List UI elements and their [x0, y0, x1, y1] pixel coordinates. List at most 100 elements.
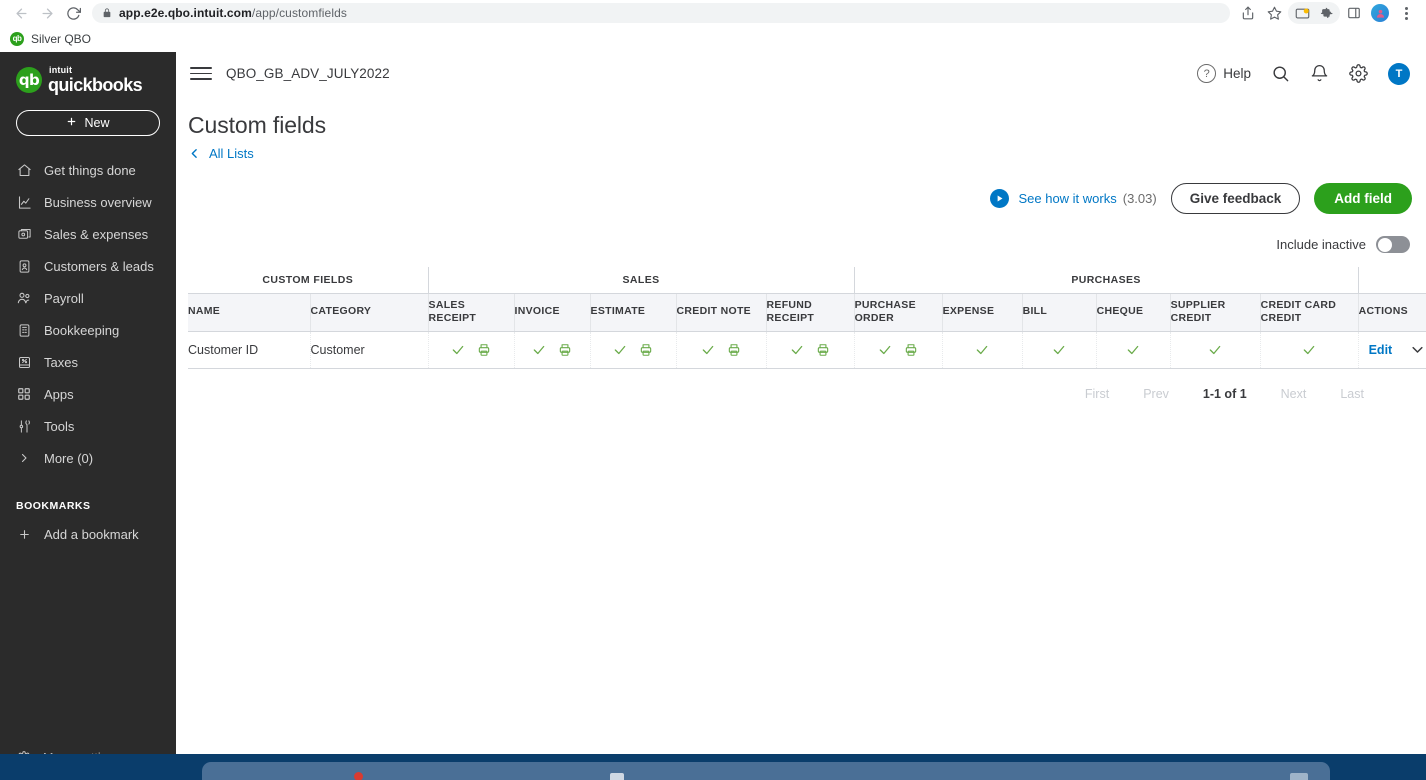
pagination-prev[interactable]: Prev	[1143, 387, 1169, 401]
flag-marks	[855, 343, 942, 357]
apps-grid-icon	[16, 386, 32, 402]
see-how-it-works-duration: (3.03)	[1122, 191, 1157, 206]
chevron-left-icon	[188, 147, 201, 160]
column-header-category[interactable]: CATEGORY	[310, 293, 429, 332]
column-header-estimate[interactable]: ESTIMATE	[590, 293, 677, 332]
sidebar-item-label: Payroll	[44, 290, 84, 306]
quickbooks-wordmark: intuit quickbooks	[48, 65, 143, 95]
pagination-next[interactable]: Next	[1281, 387, 1307, 401]
share-icon[interactable]	[1236, 2, 1260, 24]
see-how-it-works-link[interactable]: See how it works (3.03)	[990, 189, 1157, 208]
pagination-current: 1-1 of 1	[1202, 386, 1247, 401]
pagination-first[interactable]: First	[1085, 387, 1109, 401]
sidebar-item-business-overview[interactable]: Business overview	[0, 186, 176, 218]
people-icon	[16, 290, 32, 306]
column-header-name[interactable]: NAME	[188, 293, 311, 332]
cell-refund-receipt	[766, 331, 855, 369]
sidebar-item-sales-expenses[interactable]: Sales & expenses	[0, 218, 176, 250]
sidebar-item-customers-leads[interactable]: Customers & leads	[0, 250, 176, 282]
add-field-button[interactable]: Add field	[1314, 183, 1412, 214]
new-button-label: New	[84, 116, 110, 130]
column-header-actions: ACTIONS	[1358, 293, 1426, 332]
column-header-credit-note[interactable]: CREDIT NOTE	[676, 293, 767, 332]
flag-marks	[767, 343, 854, 357]
table-row[interactable]: Customer ID Customer Edit	[188, 331, 1426, 369]
check-icon	[790, 343, 804, 357]
star-bookmark-icon[interactable]	[1262, 2, 1286, 24]
address-bar[interactable]: app.e2e.qbo.intuit.com/app/customfields	[92, 3, 1230, 23]
printer-icon	[727, 343, 741, 357]
bell-icon[interactable]	[1310, 64, 1329, 83]
ledger-book-icon	[16, 322, 32, 338]
check-icon	[701, 343, 715, 357]
url-text: app.e2e.qbo.intuit.com/app/customfields	[119, 6, 347, 20]
back-arrow-icon[interactable]	[8, 2, 34, 24]
search-icon[interactable]	[1271, 64, 1290, 83]
plus-icon	[66, 116, 77, 130]
bookmark-item-silver-qbo[interactable]: Silver QBO	[31, 32, 91, 46]
sidebar-item-add-bookmark[interactable]: Add a bookmark	[0, 518, 176, 550]
check-icon	[1052, 343, 1066, 357]
extension-pill	[1288, 2, 1340, 24]
column-header-bill[interactable]: BILL	[1022, 293, 1097, 332]
column-header-purchase-order[interactable]: PURCHASE ORDER	[854, 293, 943, 332]
cast-update-icon[interactable]	[1290, 2, 1314, 24]
edit-button[interactable]: Edit	[1369, 343, 1393, 357]
new-button[interactable]: New	[16, 110, 160, 136]
sidebar-item-get-things-done[interactable]: Get things done	[0, 154, 176, 186]
side-panel-icon[interactable]	[1342, 2, 1366, 24]
company-name: QBO_GB_ADV_JULY2022	[226, 66, 390, 81]
all-lists-back-link[interactable]: All Lists	[188, 146, 1412, 161]
sidebar-item-apps[interactable]: Apps	[0, 378, 176, 410]
column-header-credit-card-credit[interactable]: CREDIT CARD CREDIT	[1260, 293, 1359, 332]
hamburger-menu-icon[interactable]	[188, 61, 214, 87]
intuit-label: intuit	[49, 65, 73, 75]
check-icon	[878, 343, 892, 357]
check-icon	[532, 343, 546, 357]
column-header-supplier-credit[interactable]: SUPPLIER CREDIT	[1170, 293, 1261, 332]
cell-bill	[1022, 331, 1097, 369]
check-icon	[1126, 343, 1140, 357]
sidebar-item-taxes[interactable]: Taxes	[0, 346, 176, 378]
column-header-sales-receipt[interactable]: SALES RECEIPT	[428, 293, 515, 332]
quickbooks-mark-icon: qb	[16, 67, 42, 93]
chevron-down-icon[interactable]	[1410, 342, 1425, 357]
avatar[interactable]: T	[1388, 62, 1410, 85]
chart-line-icon	[16, 194, 32, 210]
cell-credit-card-credit	[1260, 331, 1359, 369]
forward-arrow-icon[interactable]	[34, 2, 60, 24]
column-header-refund-receipt[interactable]: REFUND RECEIPT	[766, 293, 855, 332]
sidebar-item-label: More (0)	[44, 450, 94, 466]
column-header-row: NAME CATEGORY SALES RECEIPT INVOICE ESTI…	[188, 293, 1426, 332]
include-inactive-toggle[interactable]	[1376, 236, 1410, 253]
gear-icon[interactable]	[1349, 64, 1368, 83]
app-shell: qb intuit quickbooks New Get things done	[0, 52, 1426, 780]
sidebar-item-label: Bookkeeping	[44, 322, 120, 338]
cell-actions: Edit	[1358, 331, 1426, 369]
flag-marks	[1171, 343, 1260, 357]
column-header-cheque[interactable]: CHEQUE	[1096, 293, 1171, 332]
printer-icon	[477, 343, 491, 357]
page-actions: See how it works (3.03) Give feedback Ad…	[188, 183, 1412, 214]
sidebar-item-payroll[interactable]: Payroll	[0, 282, 176, 314]
sidebar-item-label: Tools	[44, 418, 75, 434]
pagination-last[interactable]: Last	[1340, 387, 1364, 401]
profile-avatar-icon[interactable]	[1368, 2, 1392, 24]
cell-invoice	[514, 331, 591, 369]
sidebar-item-tools[interactable]: Tools	[0, 410, 176, 442]
check-icon	[975, 343, 989, 357]
cell-cheque	[1096, 331, 1171, 369]
column-header-invoice[interactable]: INVOICE	[514, 293, 591, 332]
printer-icon	[639, 343, 653, 357]
sidebar-item-bookkeeping[interactable]: Bookkeeping	[0, 314, 176, 346]
help-button[interactable]: ? Help	[1197, 64, 1251, 83]
flag-marks	[1023, 343, 1096, 357]
flag-marks	[515, 343, 590, 357]
give-feedback-button[interactable]: Give feedback	[1170, 183, 1301, 214]
extensions-puzzle-icon[interactable]	[1314, 2, 1338, 24]
column-header-expense[interactable]: EXPENSE	[942, 293, 1023, 332]
quickbooks-logo[interactable]: qb intuit quickbooks	[0, 52, 176, 94]
reload-icon[interactable]	[60, 2, 86, 24]
three-dot-menu-icon[interactable]	[1394, 2, 1418, 24]
sidebar-item-more[interactable]: More (0)	[0, 442, 176, 474]
